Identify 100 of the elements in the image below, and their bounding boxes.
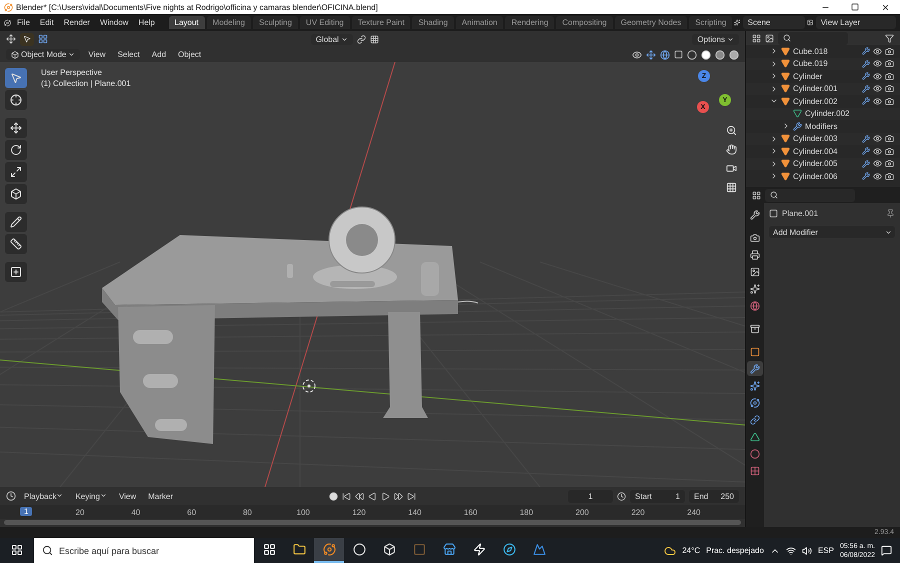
workspace-tab[interactable]: UV Editing xyxy=(300,16,350,29)
shading-solid-icon[interactable] xyxy=(701,50,711,60)
mode-dropdown[interactable]: Object Mode xyxy=(6,49,80,60)
jump-end-icon[interactable] xyxy=(407,492,416,500)
workspace-tab[interactable]: Modeling xyxy=(206,16,251,29)
search-field[interactable] xyxy=(765,188,855,202)
expand-icon[interactable] xyxy=(770,160,778,168)
workspace-tab[interactable]: Rendering xyxy=(505,16,554,29)
expand-icon[interactable] xyxy=(770,134,778,143)
eye-icon[interactable] xyxy=(873,146,882,156)
record-icon[interactable] xyxy=(329,492,338,500)
playhead[interactable]: 1 xyxy=(20,507,32,516)
scrollbar[interactable] xyxy=(4,520,741,525)
expand-icon[interactable] xyxy=(770,60,778,68)
play-reverse-icon[interactable] xyxy=(368,492,378,500)
options-dropdown[interactable]: Options xyxy=(692,34,739,44)
camera-icon[interactable] xyxy=(885,159,894,168)
workspace-tab[interactable]: Shading xyxy=(412,16,454,29)
tool-button[interactable] xyxy=(5,90,27,110)
menu-item[interactable]: Playback xyxy=(20,492,68,500)
tool-button[interactable] xyxy=(5,140,27,160)
camera-icon[interactable] xyxy=(885,59,894,68)
camera-icon[interactable] xyxy=(885,146,894,156)
tool-button[interactable] xyxy=(5,184,27,204)
menu-item[interactable]: Help xyxy=(134,18,159,27)
timer-icon[interactable] xyxy=(617,492,626,500)
workspace-tab[interactable]: Animation xyxy=(456,16,504,29)
editor-type-icon[interactable] xyxy=(6,491,16,501)
workspace-tab[interactable]: Geometry Nodes xyxy=(614,16,688,29)
frame-ruler[interactable]: 1 20 40 60 80 100 120 140 160 180 200 220 240 xyxy=(0,505,745,519)
transform-icon[interactable] xyxy=(6,34,16,44)
camera-icon[interactable] xyxy=(885,46,894,56)
display-mode-icon[interactable] xyxy=(752,34,761,42)
tool-button[interactable] xyxy=(5,262,27,282)
end-field[interactable]: End 250 xyxy=(689,490,739,502)
prev-key-icon[interactable] xyxy=(355,492,364,500)
tool-icon[interactable] xyxy=(20,32,34,46)
properties-tab[interactable] xyxy=(747,361,763,376)
menu-item[interactable]: Marker xyxy=(144,492,178,500)
jump-start-icon[interactable] xyxy=(342,492,352,500)
frame-field[interactable]: 1 xyxy=(568,490,613,502)
eye-icon[interactable] xyxy=(873,96,882,106)
eye-icon[interactable] xyxy=(873,72,882,81)
expand-icon[interactable] xyxy=(782,122,790,130)
workspace-tab[interactable]: Sculpting xyxy=(253,16,298,29)
workspace-tab[interactable]: Layout xyxy=(168,16,205,29)
eye-icon[interactable] xyxy=(873,46,882,56)
tool-button[interactable] xyxy=(5,162,27,182)
tool-button[interactable] xyxy=(5,234,27,254)
gizmo-icon[interactable] xyxy=(646,50,656,60)
next-key-icon[interactable] xyxy=(394,492,404,500)
add-modifier-dropdown[interactable]: Add Modifier xyxy=(769,226,895,238)
expand-icon[interactable] xyxy=(770,147,778,156)
menu-item[interactable]: View xyxy=(84,50,110,59)
menu-item[interactable]: Keying xyxy=(71,492,111,500)
menu-item[interactable]: Object xyxy=(174,50,206,59)
tool-button[interactable] xyxy=(5,118,27,138)
workspace-tab[interactable]: Scripting xyxy=(689,16,732,29)
scene-field[interactable]: Scene xyxy=(742,16,806,29)
expand-icon[interactable] xyxy=(770,84,778,93)
orientation-dropdown[interactable]: Global xyxy=(310,34,353,44)
pivot-icon[interactable] xyxy=(356,34,366,44)
select-mode-icon[interactable] xyxy=(38,34,48,44)
camera-icon[interactable] xyxy=(885,172,894,181)
workspace-tab[interactable]: Compositing xyxy=(556,16,613,29)
menu-item[interactable]: Select xyxy=(114,50,144,59)
tool-button[interactable] xyxy=(5,212,27,232)
workspace-tab[interactable]: Texture Paint xyxy=(352,16,410,29)
menu-item[interactable]: Edit xyxy=(36,18,58,27)
camera-icon[interactable] xyxy=(885,96,894,106)
expand-icon[interactable] xyxy=(770,172,778,180)
search-field[interactable] xyxy=(778,32,848,44)
view-layer-field[interactable]: View Layer xyxy=(816,16,896,29)
app-menu-icon[interactable] xyxy=(4,18,12,28)
overlay-icon[interactable] xyxy=(660,50,670,60)
view-layer-icon[interactable] xyxy=(807,18,814,27)
scene-icon[interactable] xyxy=(734,18,741,27)
menu-item[interactable]: File xyxy=(13,18,34,27)
camera-icon[interactable] xyxy=(885,72,894,81)
camera-icon[interactable] xyxy=(885,134,894,144)
expand-icon[interactable] xyxy=(770,47,778,56)
camera-icon[interactable] xyxy=(885,84,894,94)
shading-wire-icon[interactable] xyxy=(687,50,697,60)
expand-icon[interactable] xyxy=(770,72,778,80)
menu-item[interactable]: View xyxy=(114,492,140,500)
pin-icon[interactable] xyxy=(886,209,895,218)
snap-icon[interactable] xyxy=(370,34,379,44)
menu-item[interactable]: Add xyxy=(148,50,170,59)
search-field[interactable]: Escribe aquí para buscar xyxy=(34,538,254,563)
notifications-icon[interactable] xyxy=(881,545,892,556)
language-indicator[interactable]: ESP xyxy=(818,546,834,555)
shading-material-icon[interactable] xyxy=(715,50,725,60)
network-icon[interactable] xyxy=(786,546,796,556)
menu-item[interactable]: Render xyxy=(60,18,94,27)
shading-render-icon[interactable] xyxy=(729,50,739,60)
xray-icon[interactable] xyxy=(674,50,683,59)
eye-icon[interactable] xyxy=(873,134,882,144)
play-icon[interactable] xyxy=(381,492,390,500)
tool-button[interactable] xyxy=(5,68,27,88)
editor-type-icon[interactable] xyxy=(752,190,761,200)
